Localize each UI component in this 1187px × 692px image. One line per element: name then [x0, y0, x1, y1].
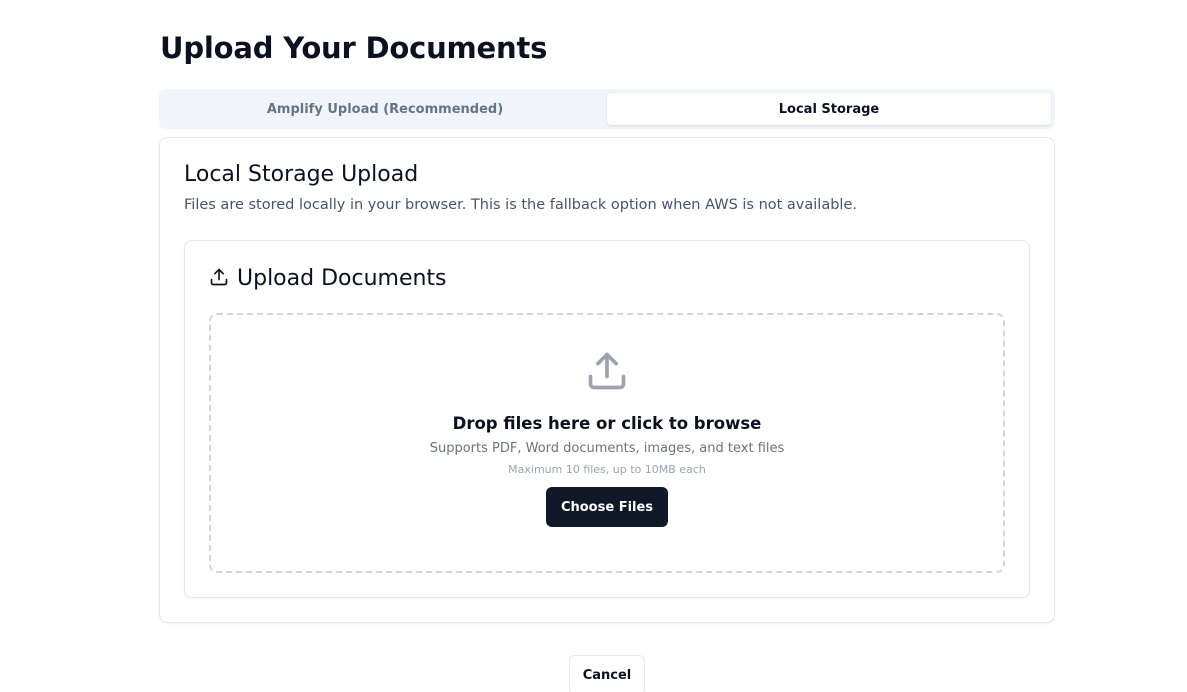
choose-files-button[interactable]: Choose Files [545, 487, 669, 527]
tab-local-storage[interactable]: Local Storage [607, 93, 1051, 125]
cancel-button[interactable]: Cancel [569, 655, 645, 692]
upload-documents-card: Upload Documents Drop files here or clic… [184, 240, 1030, 598]
local-storage-card: Local Storage Upload Files are stored lo… [159, 137, 1055, 623]
tab-amplify-upload[interactable]: Amplify Upload (Recommended) [163, 93, 607, 125]
upload-icon [585, 349, 629, 393]
card-title: Local Storage Upload [184, 162, 419, 187]
tab-label: Amplify Upload (Recommended) [266, 101, 504, 117]
dropzone-file-limit: Maximum 10 files, up to 10MB each [508, 463, 706, 476]
upload-card-header: Upload Documents [209, 264, 447, 294]
upload-icon [209, 267, 229, 291]
dropzone-title: Drop files here or click to browse [452, 414, 762, 433]
file-dropzone[interactable]: Drop files here or click to browse Suppo… [209, 313, 1005, 573]
upload-page: Upload Your Documents Amplify Upload (Re… [0, 0, 1187, 692]
dropzone-supported-types: Supports PDF, Word documents, images, an… [429, 441, 785, 456]
page-title: Upload Your Documents [160, 31, 548, 65]
tab-label: Local Storage [778, 101, 880, 117]
upload-method-tabs: Amplify Upload (Recommended) Local Stora… [159, 89, 1055, 129]
card-description: Files are stored locally in your browser… [184, 197, 857, 213]
upload-card-title: Upload Documents [237, 266, 447, 291]
